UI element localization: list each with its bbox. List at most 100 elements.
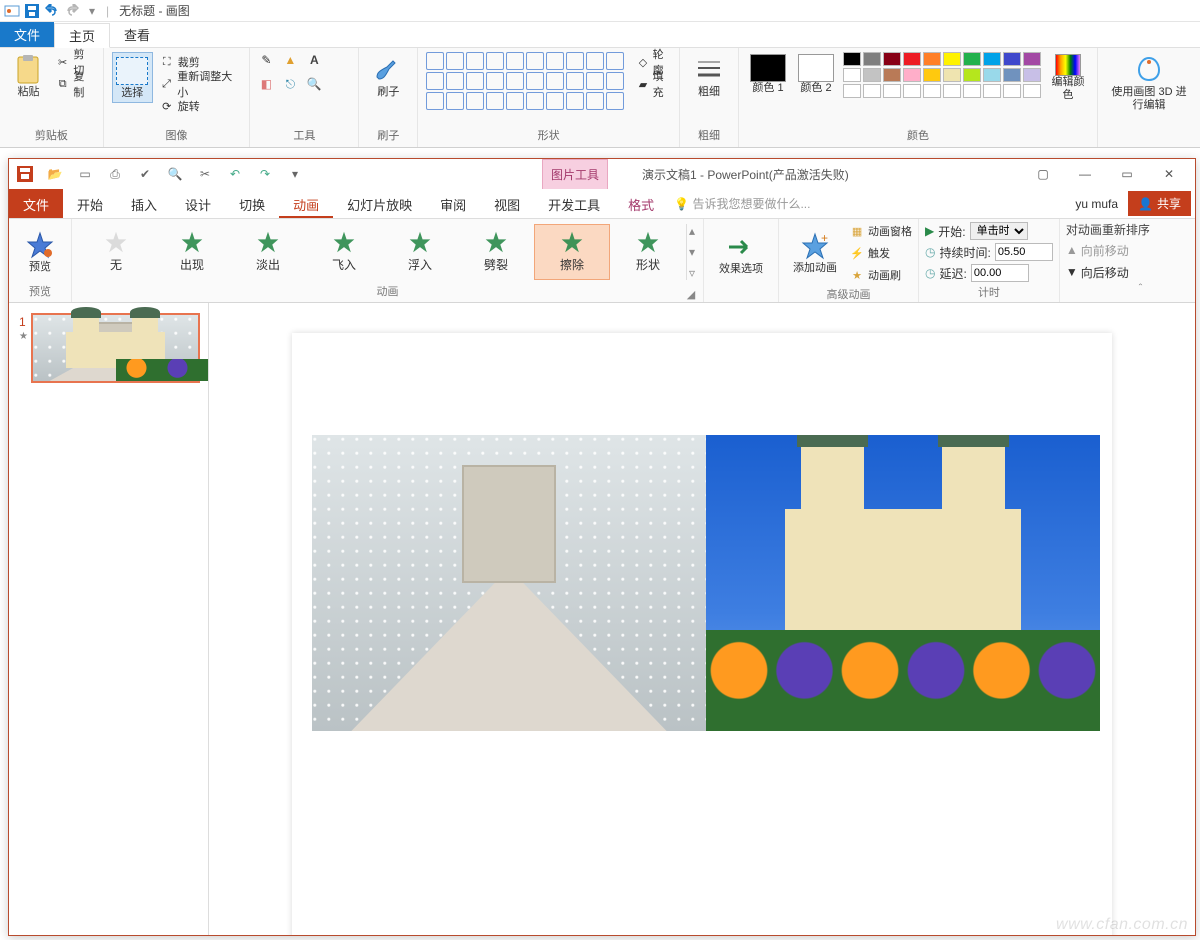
color-swatch[interactable] — [943, 84, 961, 98]
dialog-launcher-icon[interactable]: ◢ — [685, 288, 697, 300]
eraser-icon[interactable]: ◧ — [258, 76, 274, 92]
pp-tab-format[interactable]: 格式 — [614, 189, 668, 218]
color-swatch[interactable] — [983, 68, 1001, 82]
animation-无[interactable]: 无 — [78, 224, 154, 280]
move-earlier-button[interactable]: ▲向前移动 — [1066, 240, 1129, 260]
color-swatch[interactable] — [1003, 84, 1021, 98]
pp-tab-file[interactable]: 文件 — [9, 189, 63, 218]
new-icon[interactable]: ▭ — [75, 164, 95, 184]
color-swatch[interactable] — [883, 68, 901, 82]
animation-浮入[interactable]: 浮入 — [382, 224, 458, 280]
color-swatch[interactable] — [983, 52, 1001, 66]
animation-劈裂[interactable]: 劈裂 — [458, 224, 534, 280]
color-swatch[interactable] — [863, 68, 881, 82]
animation-擦除[interactable]: 擦除 — [534, 224, 610, 280]
pp-tab-transitions[interactable]: 切换 — [225, 189, 279, 218]
animation-淡出[interactable]: 淡出 — [230, 224, 306, 280]
pp-tab-design[interactable]: 设计 — [171, 189, 225, 218]
qat-more-icon[interactable]: ▾ — [285, 164, 305, 184]
slide-thumbnail[interactable]: 1 ★ — [31, 313, 200, 383]
redo-icon[interactable]: ↷ — [255, 164, 275, 184]
tell-me-box[interactable]: 💡 告诉我您想要做什么... — [674, 189, 810, 218]
thumbnail-pane[interactable]: 1 ★ — [9, 303, 209, 935]
paint3d-button[interactable]: 使用画图 3D 进行编辑 — [1106, 52, 1192, 114]
ribbon-options-icon[interactable]: ▢ — [1023, 162, 1063, 186]
animation-出现[interactable]: 出现 — [154, 224, 230, 280]
gallery-more-icon[interactable]: ▿ — [689, 266, 695, 280]
pencil-icon[interactable]: ✎ — [258, 52, 274, 68]
color-swatch[interactable] — [903, 68, 921, 82]
qat-customize-icon[interactable]: ▾ — [84, 3, 100, 19]
animation-pane-button[interactable]: ▦动画窗格 — [849, 221, 912, 241]
select-button[interactable]: 选择 — [112, 52, 153, 103]
pp-tab-view[interactable]: 视图 — [480, 189, 534, 218]
move-later-button[interactable]: ▼向后移动 — [1066, 262, 1129, 282]
animation-飞入[interactable]: 飞入 — [306, 224, 382, 280]
delay-input[interactable] — [971, 264, 1029, 282]
animation-形状[interactable]: 形状 — [610, 224, 686, 280]
color1-button[interactable]: 颜色 1 — [747, 52, 789, 97]
slide[interactable] — [292, 333, 1112, 935]
brush-button[interactable]: 刷子 — [367, 52, 409, 101]
pp-tab-home[interactable]: 开始 — [63, 189, 117, 218]
pp-tab-review[interactable]: 审阅 — [426, 189, 480, 218]
open-icon[interactable]: 📂 — [45, 164, 65, 184]
color-swatch[interactable] — [843, 68, 861, 82]
color-swatch[interactable] — [1023, 68, 1041, 82]
undo-icon[interactable] — [44, 3, 60, 19]
color2-button[interactable]: 颜色 2 — [795, 52, 837, 97]
gallery-up-icon[interactable]: ▴ — [689, 224, 695, 238]
minimize-icon[interactable]: — — [1065, 162, 1105, 186]
pp-tab-developer[interactable]: 开发工具 — [534, 189, 614, 218]
redo-icon[interactable] — [64, 3, 80, 19]
color-swatch[interactable] — [903, 52, 921, 66]
color-swatch[interactable] — [863, 52, 881, 66]
start-select[interactable]: 单击时 — [970, 222, 1028, 240]
color-swatch[interactable] — [963, 68, 981, 82]
save-icon[interactable] — [24, 3, 40, 19]
color-swatch[interactable] — [843, 84, 861, 98]
effect-options-button[interactable]: 效果选项 — [710, 229, 772, 278]
edit-colors-button[interactable]: 编辑颜色 — [1047, 52, 1089, 104]
user-name[interactable]: yu mufa — [1075, 197, 1118, 211]
shape-fill-button[interactable]: ▰填充 — [636, 74, 671, 94]
animation-painter-button[interactable]: ★动画刷 — [849, 265, 912, 285]
color-swatch[interactable] — [943, 68, 961, 82]
magnifier-icon[interactable]: 🔍 — [306, 76, 322, 92]
undo-icon[interactable]: ↶ — [225, 164, 245, 184]
color-swatch[interactable] — [843, 52, 861, 66]
size-button[interactable]: 粗细 — [688, 52, 730, 101]
shape-gallery[interactable] — [426, 52, 624, 110]
color-swatch[interactable] — [1003, 52, 1021, 66]
save-icon[interactable] — [15, 164, 35, 184]
bucket-icon[interactable]: ▲ — [282, 52, 298, 68]
add-animation-button[interactable]: + 添加动画 — [785, 228, 845, 277]
collapse-ribbon-icon[interactable]: ＾ — [1135, 282, 1146, 298]
color-swatch[interactable] — [983, 84, 1001, 98]
rotate-button[interactable]: ⟳旋转 — [159, 96, 242, 116]
spellcheck-icon[interactable]: ✔ — [135, 164, 155, 184]
text-icon[interactable]: A — [306, 52, 322, 68]
color-swatch[interactable] — [923, 68, 941, 82]
paint-tab-file[interactable]: 文件 — [0, 22, 54, 47]
quickprint-icon[interactable]: ⎙ — [105, 164, 125, 184]
pp-tab-slideshow[interactable]: 幻灯片放映 — [333, 189, 426, 218]
share-button[interactable]: 👤共享 — [1128, 191, 1191, 216]
slide-picture[interactable] — [312, 435, 1100, 731]
paint-tab-view[interactable]: 查看 — [110, 22, 164, 47]
pp-tab-insert[interactable]: 插入 — [117, 189, 171, 218]
gallery-down-icon[interactable]: ▾ — [689, 245, 695, 259]
color-swatch[interactable] — [883, 84, 901, 98]
color-swatch[interactable] — [963, 52, 981, 66]
slide-canvas[interactable] — [209, 303, 1195, 935]
color-swatch[interactable] — [1003, 68, 1021, 82]
close-icon[interactable]: ✕ — [1149, 162, 1189, 186]
color-swatch[interactable] — [1023, 52, 1041, 66]
color-swatch[interactable] — [923, 52, 941, 66]
preview-button[interactable]: 预览 — [15, 227, 65, 276]
paste-button[interactable]: 粘贴 — [8, 52, 49, 101]
maximize-icon[interactable]: ▭ — [1107, 162, 1147, 186]
pp-tab-animations[interactable]: 动画 — [279, 189, 333, 218]
duration-input[interactable] — [995, 243, 1053, 261]
trigger-button[interactable]: ⚡触发 — [849, 243, 912, 263]
